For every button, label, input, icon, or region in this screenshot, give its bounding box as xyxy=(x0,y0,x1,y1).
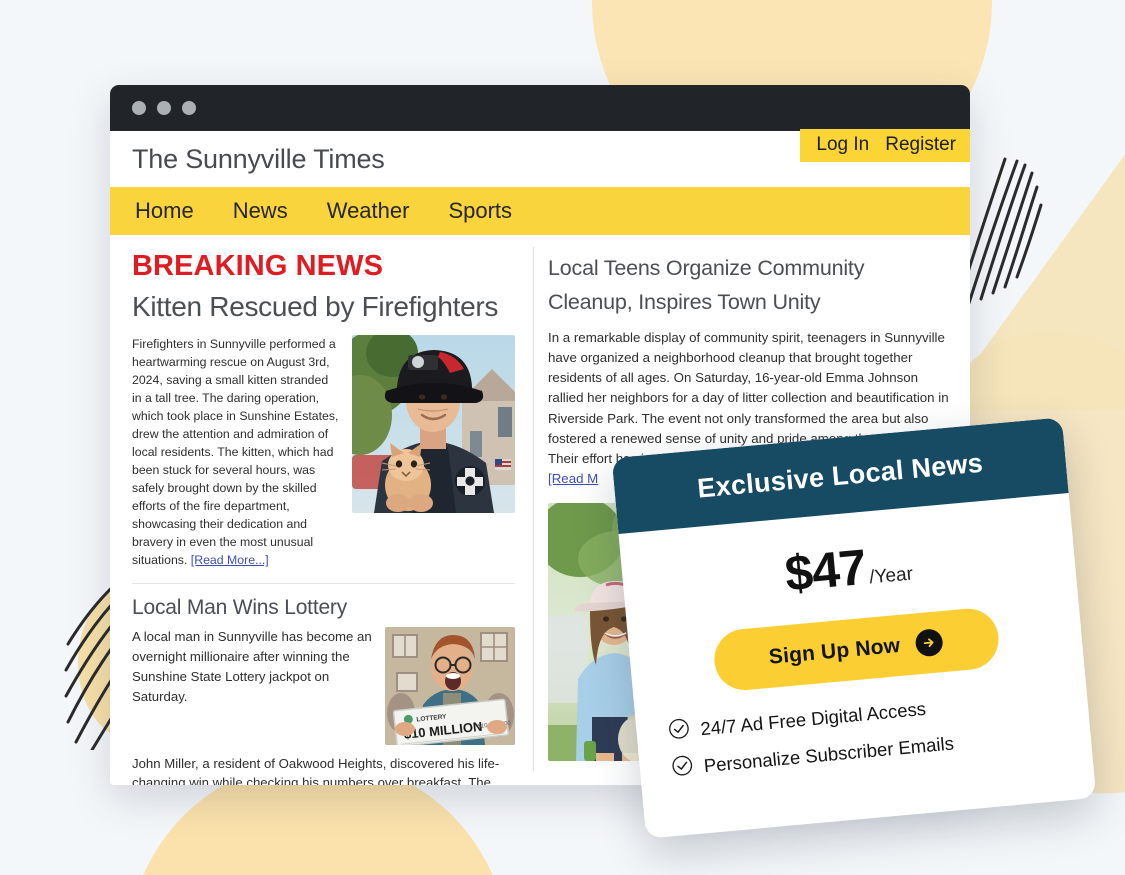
price-amount: $47 xyxy=(782,538,868,602)
left-column-divider-rule xyxy=(132,583,515,585)
close-dot-icon[interactable] xyxy=(132,101,146,115)
browser-titlebar xyxy=(110,85,970,131)
subscription-card[interactable]: Exclusive Local News $47 /Year Sign Up N… xyxy=(611,417,1097,839)
lottery-story-body-2-text: John Miller, a resident of Oakwood Heigh… xyxy=(132,755,500,785)
lottery-story-headline: Local Man Wins Lottery xyxy=(132,596,348,620)
left-column: BREAKING NEWS Kitten Rescued by Firefigh… xyxy=(110,235,533,785)
main-story-headline: Kitten Rescued by Firefighters xyxy=(132,291,499,323)
sign-up-button[interactable]: Sign Up Now xyxy=(711,606,1001,693)
masthead-title: The Sunnyville Times xyxy=(132,143,385,174)
maximize-dot-icon[interactable] xyxy=(182,101,196,115)
sign-up-button-label: Sign Up Now xyxy=(767,633,902,669)
check-circle-icon xyxy=(668,717,691,745)
lottery-story-body-wrap: A local man in Sunnyville has become an … xyxy=(132,626,515,745)
arrow-right-icon xyxy=(914,628,945,658)
lottery-photo: LOTTERY $10 MILLION $10,000,000 xyxy=(385,626,515,745)
nav-item-weather[interactable]: Weather xyxy=(327,198,410,224)
teens-story-read-more[interactable]: [Read M xyxy=(548,471,598,486)
page-root: The Sunnyville Times Log In Register Hom… xyxy=(0,0,1125,875)
price-period: /Year xyxy=(868,563,914,589)
firefighter-photo xyxy=(352,334,515,513)
nav-item-sports[interactable]: Sports xyxy=(448,198,512,224)
price-row: $47 /Year xyxy=(621,519,1076,618)
login-link[interactable]: Log In xyxy=(816,134,869,156)
main-story-body-wrap: Firefighters in Sunnyville performed a h… xyxy=(132,334,515,570)
main-story-read-more[interactable]: [Read More...] xyxy=(191,553,269,567)
lottery-story-body-2: John Miller, a resident of Oakwood Heigh… xyxy=(132,754,515,785)
nav-item-news[interactable]: News xyxy=(233,198,288,224)
main-story-body-text: Firefighters in Sunnyville performed a h… xyxy=(132,336,339,568)
subscription-card-title: Exclusive Local News xyxy=(695,447,985,504)
register-link[interactable]: Register xyxy=(885,134,956,156)
lottery-story-body-1: A local man in Sunnyville has become an … xyxy=(132,628,372,704)
site-nav: Home News Weather Sports xyxy=(110,187,970,235)
auth-bar: Log In Register xyxy=(800,129,970,162)
perk-label: Personalize Subscriber Emails xyxy=(702,732,955,777)
perks-list: 24/7 Ad Free Digital Access Personalize … xyxy=(668,681,1092,782)
site-masthead: The Sunnyville Times Log In Register xyxy=(110,129,970,187)
check-circle-icon xyxy=(671,754,694,782)
main-story-body: Firefighters in Sunnyville performed a h… xyxy=(132,335,341,570)
nav-item-home[interactable]: Home xyxy=(135,198,194,224)
teens-story-headline: Local Teens Organize Community Cleanup, … xyxy=(548,256,865,315)
breaking-news-kicker: BREAKING NEWS xyxy=(132,250,384,282)
minimize-dot-icon[interactable] xyxy=(157,101,171,115)
perk-label: 24/7 Ad Free Digital Access xyxy=(699,697,927,740)
